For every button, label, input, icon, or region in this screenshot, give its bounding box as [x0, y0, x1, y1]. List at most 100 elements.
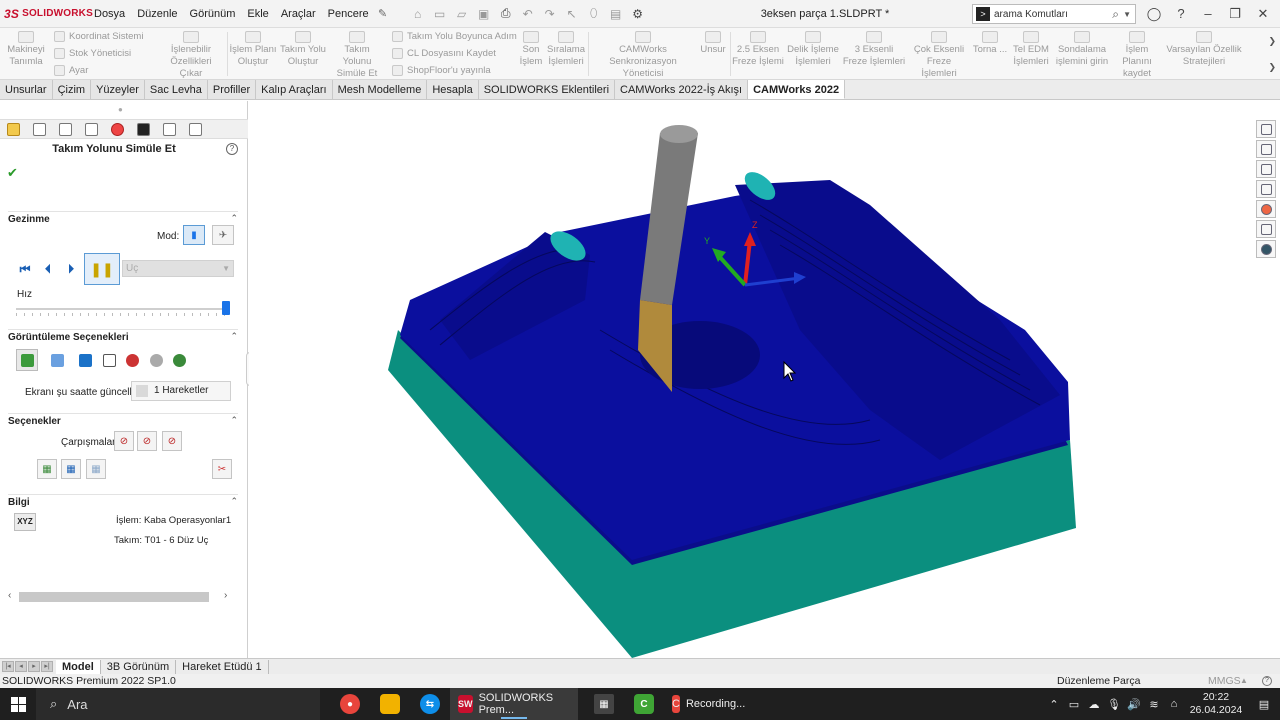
tool-view-mode-button[interactable]: ▮	[183, 225, 205, 245]
solid-display-button[interactable]	[16, 349, 38, 371]
close-icon[interactable]: ✕	[1250, 0, 1276, 28]
minimize-icon[interactable]: –	[1195, 0, 1221, 28]
tab-solidworks-eklentileri[interactable]: SOLIDWORKS Eklentileri	[478, 80, 616, 99]
navigation-section-header[interactable]: Gezinme ⌃	[8, 211, 238, 225]
tab-navigation-arrows[interactable]: |◂ ◂ ▸ ▸|	[0, 661, 56, 672]
wire-edm-button[interactable]: Tel EDM İşlemleri	[1010, 28, 1052, 68]
feature-manager-icon[interactable]	[26, 120, 52, 138]
part-view-mode-button[interactable]: ✈	[212, 225, 234, 245]
appearances-icon[interactable]	[1256, 200, 1276, 218]
new-document-icon[interactable]: ▭	[429, 7, 451, 21]
open-icon[interactable]: ▱	[451, 7, 473, 21]
chevron-up-icon[interactable]: ▲	[1240, 674, 1248, 688]
tab-sac-levha[interactable]: Sac Levha	[144, 80, 208, 99]
tab-3d-view[interactable]: 3B Görünüm	[101, 659, 177, 674]
tab-yuzeyler[interactable]: Yüzeyler	[91, 80, 145, 99]
default-strategies-button[interactable]: Varsayılan Özellik Stratejileri	[1164, 28, 1244, 68]
xyz-button[interactable]: XYZ	[14, 513, 36, 531]
axis3-mill-button[interactable]: 3 Eksenli Freze İşlemleri	[842, 28, 906, 68]
collapse-icon[interactable]: ⌃	[230, 331, 238, 342]
options-gear-icon[interactable]: ⚙	[627, 7, 649, 21]
units-text[interactable]: MMGS	[1208, 674, 1241, 688]
solidworks-logo[interactable]: 3S SOLIDWORKS	[0, 7, 93, 21]
tab-cizim[interactable]: Çizim	[52, 80, 92, 99]
search-commands-input[interactable]: > arama Komutları ⌕ ▼	[972, 4, 1136, 24]
file-explorer-icon[interactable]	[1256, 160, 1276, 178]
chevron-left-icon[interactable]: ‹	[8, 590, 11, 601]
rewind-button[interactable]: ⏮	[14, 258, 36, 280]
tab-hesapla[interactable]: Hesapla	[427, 80, 479, 99]
sim-settings-button[interactable]: ✂	[212, 459, 232, 479]
help-icon[interactable]: ?	[1168, 0, 1194, 28]
restore-icon[interactable]: ❐	[1222, 0, 1248, 28]
prev-tab-icon[interactable]: ◂	[15, 661, 27, 672]
options-section-header[interactable]: Seçenekler ⌃	[8, 413, 238, 427]
menu-duzenle[interactable]: Düzenle	[131, 0, 183, 28]
settings-button[interactable]: Ayar	[54, 62, 88, 79]
hole-ops-button[interactable]: Delik İşleme İşlemleri	[786, 28, 840, 68]
chevron-right-icon[interactable]: ❯	[1268, 62, 1276, 73]
solidworks-resources-icon[interactable]	[1256, 120, 1276, 138]
panel-grip-icon[interactable]: ●	[118, 105, 123, 114]
undo-icon[interactable]: ↶	[517, 7, 539, 21]
save-icon[interactable]: ▣	[473, 7, 495, 21]
home-icon[interactable]: ⌂	[407, 7, 429, 21]
volume-icon[interactable]: 🔊	[1124, 698, 1144, 711]
axis25-mill-button[interactable]: 2.5 Eksen Freze İşlemi	[732, 28, 784, 68]
teamviewer-app[interactable]: ⇆	[410, 688, 450, 720]
camworks-feature-tree-icon[interactable]	[0, 120, 26, 138]
speed-slider-track[interactable]	[16, 308, 230, 310]
ok-checkmark-icon[interactable]: ✔	[7, 165, 18, 181]
user-account-icon[interactable]: ◯	[1141, 0, 1167, 28]
step-through-button[interactable]: Takım Yolu Boyunca Adım	[392, 28, 517, 45]
cloud-icon[interactable]: ☁	[1084, 698, 1104, 711]
display-options-section-header[interactable]: Görüntüleme Seçenekleri ⌃	[8, 329, 238, 343]
feature-button[interactable]: Unsur	[698, 28, 728, 56]
machine-def-button[interactable]: Makineyi Tanımla	[4, 28, 48, 68]
menu-araclar[interactable]: Araçlar	[275, 0, 322, 28]
cam-tree-icon[interactable]	[182, 120, 208, 138]
step-back-button[interactable]: ⏴	[37, 258, 59, 280]
design-library-icon[interactable]	[1256, 140, 1276, 158]
post-process-button[interactable]: Son İşlem	[518, 28, 544, 68]
probing-button[interactable]: Sondalama işlemini girin	[1054, 28, 1110, 68]
tab-camworks-is-akisi[interactable]: CAMWorks 2022-İş Akışı	[615, 80, 749, 99]
excess-display-button[interactable]	[168, 349, 190, 371]
collision-holder-button[interactable]: ⊘	[137, 431, 157, 451]
property-manager-icon[interactable]	[52, 120, 78, 138]
speed-slider-thumb[interactable]	[221, 301, 230, 315]
menu-ekle[interactable]: Ekle	[241, 0, 274, 28]
gouge-display-button[interactable]	[145, 349, 167, 371]
chrome-app[interactable]: ●	[330, 688, 370, 720]
select-icon[interactable]: ↖	[561, 7, 583, 21]
last-tab-icon[interactable]: ▸|	[41, 661, 53, 672]
cl-file-button[interactable]: CL Dosyasını Kaydet	[392, 45, 496, 62]
graphics-viewport[interactable]: Z Y	[249, 101, 1255, 658]
tab-profiller[interactable]: Profiller	[207, 80, 257, 99]
forum-icon[interactable]	[1256, 240, 1276, 258]
coord-system-button[interactable]: Koordinat Sistemi	[54, 28, 143, 45]
menu-pencere[interactable]: Pencere	[322, 0, 375, 28]
view-palette-icon[interactable]	[1256, 180, 1276, 198]
chevron-up-icon[interactable]: ⌃	[1044, 698, 1064, 711]
taskbar-clock[interactable]: 20:22 26.04.2024	[1184, 691, 1248, 717]
collapse-icon[interactable]: ⌃	[230, 496, 238, 507]
custom-properties-icon[interactable]	[1256, 220, 1276, 238]
tab-camworks-2022[interactable]: CAMWorks 2022	[748, 80, 846, 99]
wifi-icon[interactable]: ≋	[1144, 698, 1164, 711]
cam-tools-icon[interactable]	[156, 120, 182, 138]
file-explorer-app[interactable]	[370, 688, 410, 720]
save-part-button[interactable]: ▦	[61, 459, 81, 479]
windows-start-button[interactable]	[0, 696, 36, 712]
rebuild-icon[interactable]: ⬯	[583, 6, 605, 21]
sort-ops-button[interactable]: Sıralama İşlemleri	[546, 28, 586, 68]
chevron-down-icon[interactable]: ▼	[1123, 10, 1131, 19]
search-icon[interactable]: ⌕	[1112, 7, 1119, 22]
collision-shank-button[interactable]: ⊘	[162, 431, 182, 451]
tab-motion-study[interactable]: Hareket Etüdü 1	[176, 659, 269, 674]
tab-unsurlar[interactable]: Unsurlar	[0, 80, 53, 99]
save-stl-button[interactable]: ▦	[86, 459, 106, 479]
save-plan-button[interactable]: İşlem Planını kaydet	[1112, 28, 1162, 80]
difference-display-button[interactable]	[121, 349, 143, 371]
tab-mesh-modelleme[interactable]: Mesh Modelleme	[332, 80, 428, 99]
